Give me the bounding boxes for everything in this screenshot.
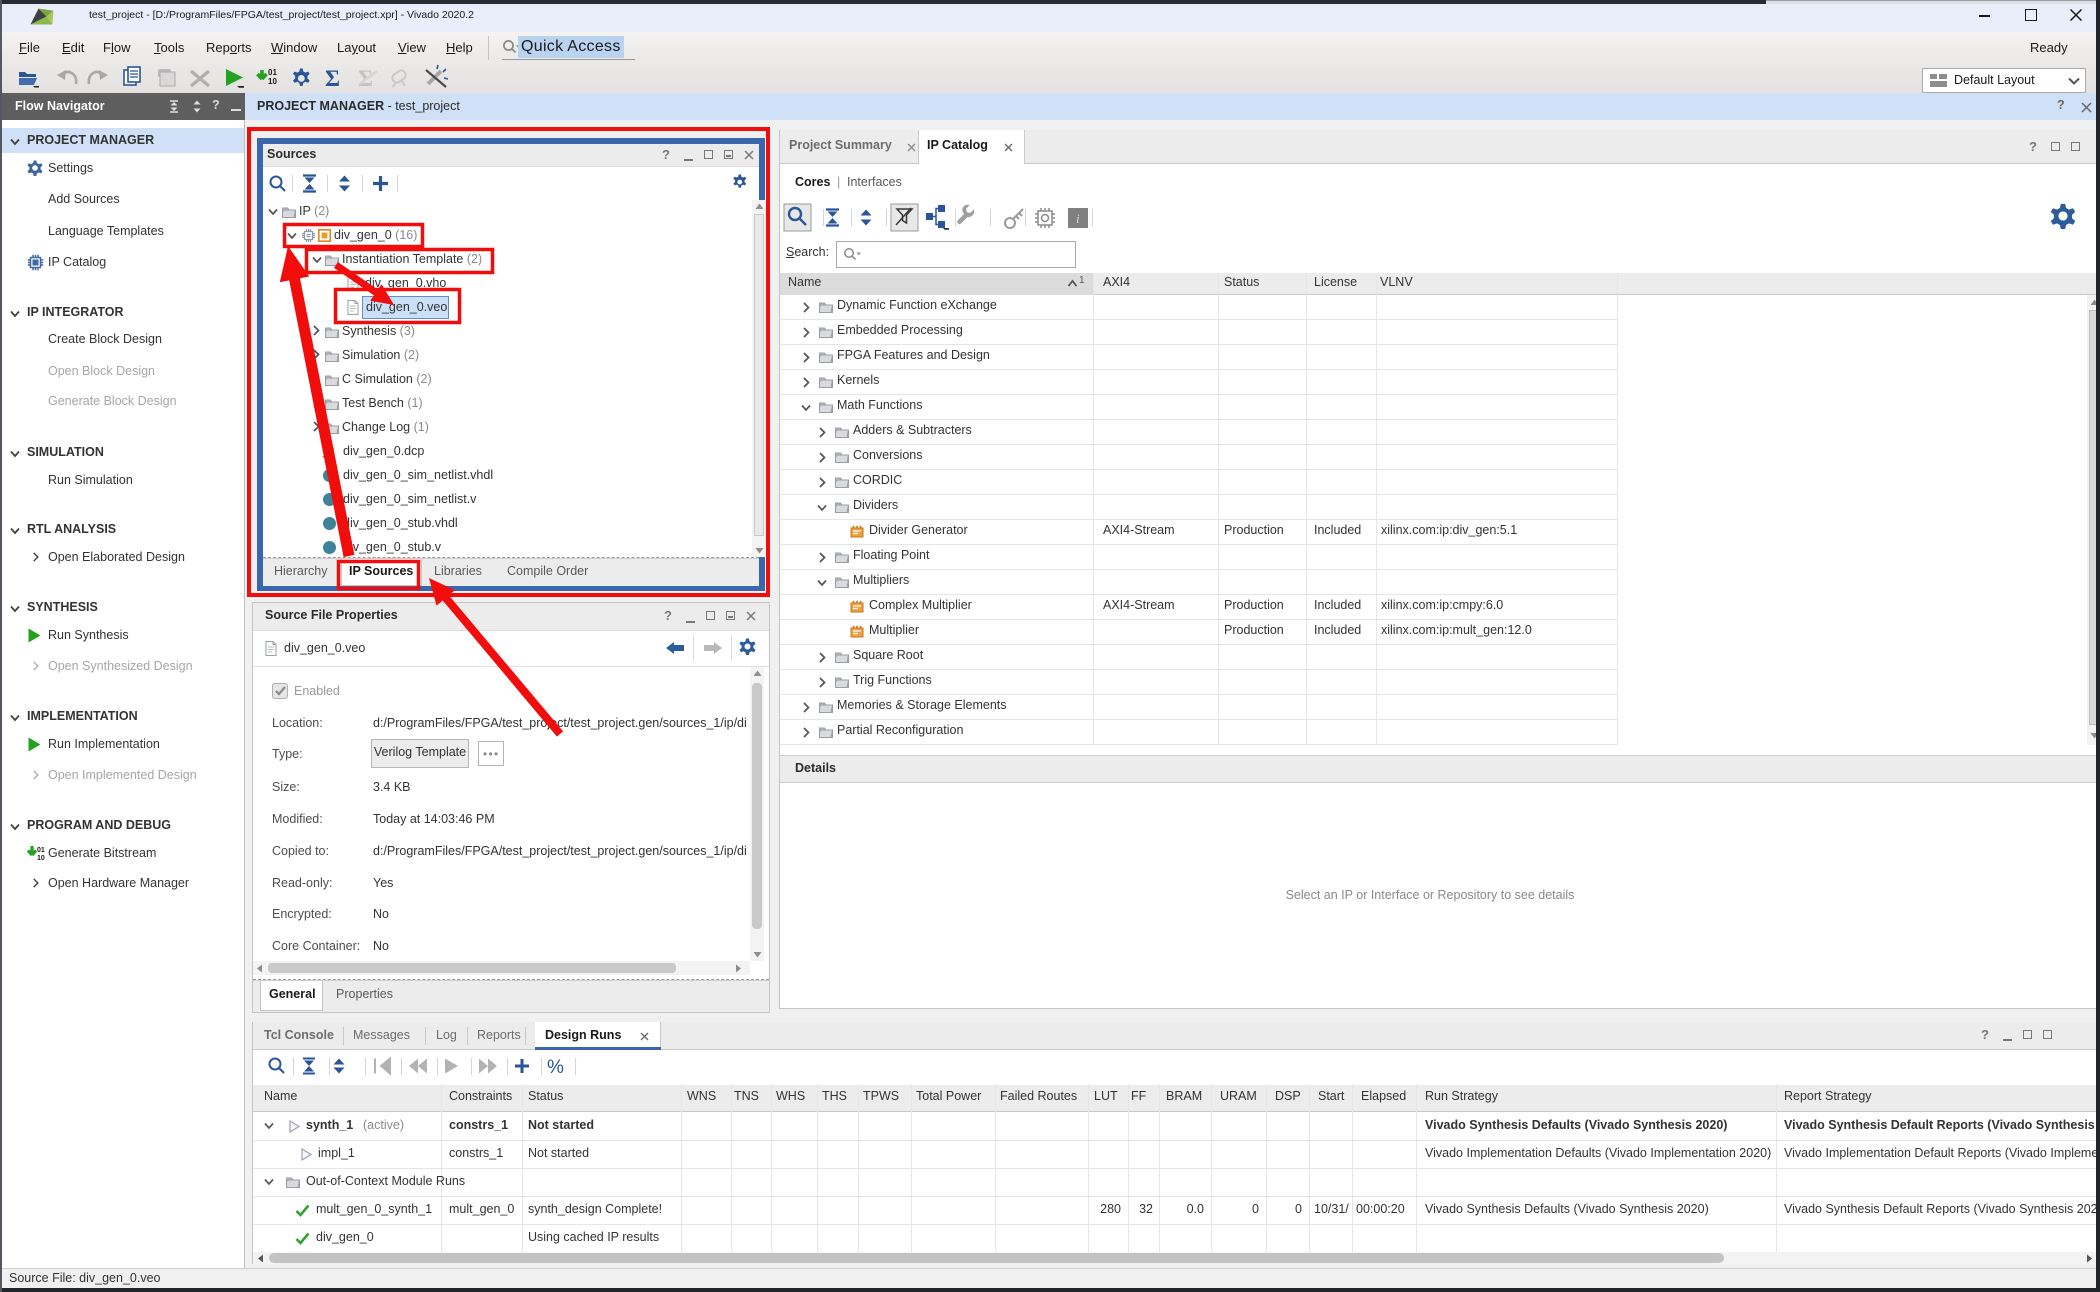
svg-text:i: i: [1076, 211, 1080, 226]
svg-text:10: 10: [268, 77, 277, 86]
svg-text:Σ: Σ: [325, 66, 340, 91]
svg-text:%: %: [547, 1057, 564, 1078]
svg-text:01: 01: [268, 68, 277, 77]
svg-text:01: 01: [37, 847, 45, 854]
svg-text:10: 10: [37, 855, 45, 862]
